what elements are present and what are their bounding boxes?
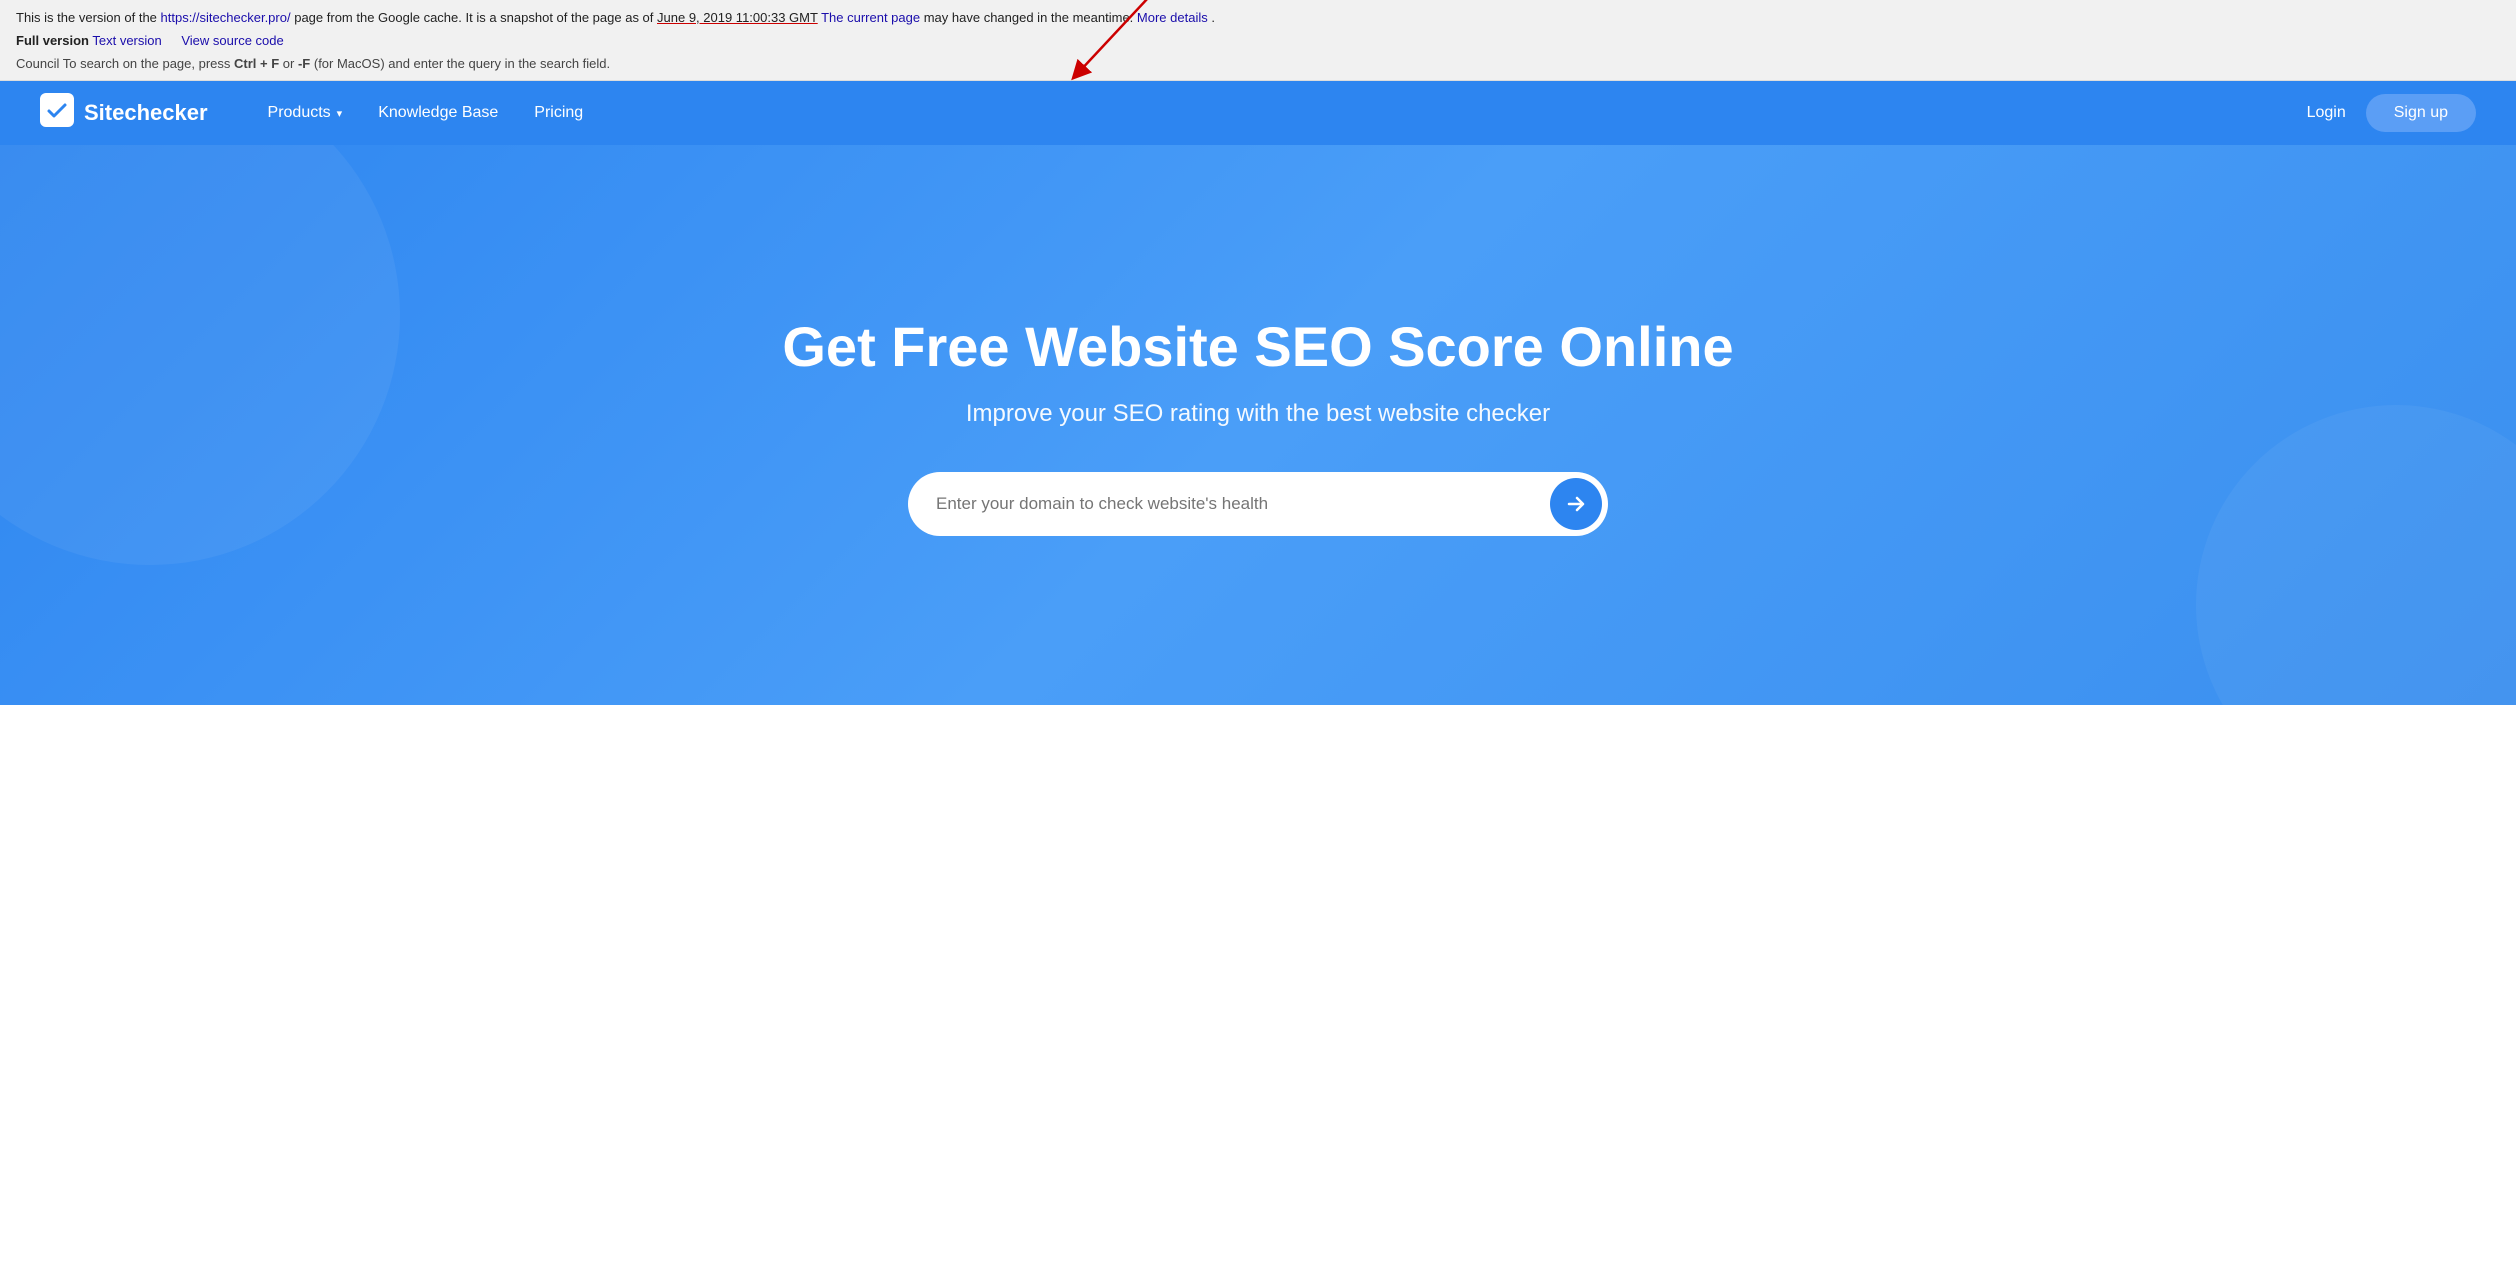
hero-subtitle: Improve your SEO rating with the best we…: [966, 400, 1550, 428]
text-version-link[interactable]: Text version: [92, 33, 161, 48]
nav-right: Login Sign up: [2307, 94, 2476, 132]
snapshot-date: June 9, 2019 11:00:33 GMT: [657, 10, 818, 25]
more-details-link[interactable]: More details: [1137, 10, 1208, 25]
main-nav: Sitechecker Products ▾ Knowledge Base Pr…: [0, 81, 2516, 145]
cache-middle: page from the Google cache. It is a snap…: [294, 10, 657, 25]
logo-text: Sitechecker: [84, 100, 208, 126]
nav-pricing[interactable]: Pricing: [534, 104, 583, 122]
cache-end: may have changed in the meantime.: [920, 10, 1133, 25]
nav-products[interactable]: Products ▾: [268, 104, 343, 122]
site-logo[interactable]: Sitechecker: [40, 93, 208, 133]
cache-banner: This is the version of the https://sitec…: [0, 0, 2516, 81]
cache-line1: This is the version of the https://sitec…: [16, 8, 2500, 29]
search-submit-button[interactable]: [1550, 478, 1602, 530]
site-url-link[interactable]: https://sitechecker.pro/: [161, 10, 291, 25]
logo-icon: [40, 93, 74, 133]
cache-tip: Council To search on the page, press Ctr…: [16, 54, 2500, 75]
login-link[interactable]: Login: [2307, 104, 2346, 122]
cache-prefix: This is the version of the: [16, 10, 161, 25]
f-text: -F: [298, 56, 310, 71]
nav-knowledge-base[interactable]: Knowledge Base: [378, 104, 498, 122]
full-version-label: Full version: [16, 33, 89, 48]
chevron-down-icon: ▾: [337, 107, 343, 120]
ctrl-f-text: Ctrl + F: [234, 56, 279, 71]
current-page-link[interactable]: The current page: [821, 10, 920, 25]
search-bar: [908, 472, 1608, 536]
cache-links: Full version Text version View source co…: [16, 31, 2500, 52]
hero-section: Get Free Website SEO Score Online Improv…: [0, 145, 2516, 705]
arrow-right-icon: [1564, 492, 1588, 516]
hero-title: Get Free Website SEO Score Online: [782, 315, 1733, 379]
nav-links: Products ▾ Knowledge Base Pricing: [268, 104, 2307, 122]
domain-search-input[interactable]: [936, 484, 1550, 524]
view-source-link[interactable]: View source code: [181, 33, 283, 48]
signup-button[interactable]: Sign up: [2366, 94, 2476, 132]
